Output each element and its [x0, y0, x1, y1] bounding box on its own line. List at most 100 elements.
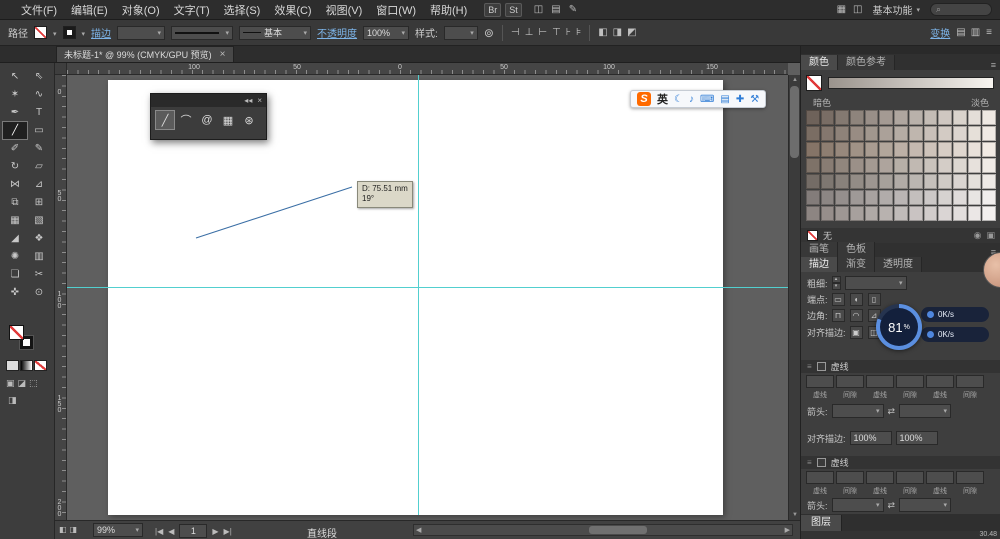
- color-swatch[interactable]: [953, 158, 967, 173]
- tool-hand[interactable]: ✜: [3, 284, 27, 301]
- close-tab-icon[interactable]: ×: [220, 49, 226, 60]
- opacity-panel-link[interactable]: 不透明度: [317, 25, 357, 40]
- stroke-caret-icon[interactable]: [82, 27, 86, 39]
- menu-item[interactable]: 窗口(W): [369, 2, 423, 18]
- tool-rectangle[interactable]: ▭: [27, 122, 51, 139]
- tab-color-1[interactable]: 颜色参考: [838, 55, 895, 70]
- color-swatch[interactable]: [879, 110, 893, 125]
- fill-color-swatch[interactable]: [9, 325, 24, 340]
- night-mode-icon[interactable]: ☾: [674, 94, 683, 105]
- gradient-button[interactable]: [20, 360, 33, 371]
- tool-shape-builder[interactable]: ⧉: [3, 194, 27, 211]
- tool-blend[interactable]: ❖: [27, 230, 51, 247]
- sogou-logo[interactable]: S: [637, 92, 651, 106]
- align-icon-2[interactable]: ⊢: [538, 27, 547, 38]
- status-icon-0[interactable]: ◧: [59, 525, 67, 534]
- color-swatch[interactable]: [938, 174, 952, 189]
- color-swatch[interactable]: [968, 126, 982, 141]
- tab-brushes-1[interactable]: 色板: [838, 242, 875, 257]
- color-swatch[interactable]: [850, 142, 864, 157]
- next-frame-button[interactable]: ▶: [212, 527, 218, 536]
- color-swatch[interactable]: [865, 206, 879, 221]
- arrange-documents-icon[interactable]: ▤: [551, 4, 560, 15]
- color-swatch[interactable]: [968, 190, 982, 205]
- transform-panel-link[interactable]: 变换: [930, 25, 950, 40]
- color-swatch[interactable]: [865, 142, 879, 157]
- color-swatch[interactable]: [879, 174, 893, 189]
- collapse-panel-icon[interactable]: ◂◂: [244, 96, 252, 105]
- align-icon-3[interactable]: ⊤: [552, 27, 561, 38]
- color-swatch[interactable]: [968, 174, 982, 189]
- color-swatch[interactable]: [806, 158, 820, 173]
- color-swatch[interactable]: [982, 110, 996, 125]
- color-swatch[interactable]: [953, 110, 967, 125]
- tool-eyedropper[interactable]: ◢: [3, 230, 27, 247]
- color-swatch[interactable]: [938, 142, 952, 157]
- dashed-line-checkbox[interactable]: [817, 362, 826, 371]
- color-swatch[interactable]: [968, 110, 982, 125]
- soft-keyboard-icon[interactable]: ⌨: [700, 94, 714, 105]
- stroke-swatch[interactable]: [63, 26, 76, 39]
- color-swatch[interactable]: [924, 206, 938, 221]
- swap-arrowheads-icon[interactable]: ⇄: [888, 406, 896, 417]
- search-input[interactable]: ⌕: [930, 3, 992, 16]
- color-swatch[interactable]: [909, 174, 923, 189]
- color-swatch[interactable]: [821, 206, 835, 221]
- tab-color-menu-icon[interactable]: ≡: [991, 60, 1000, 70]
- color-swatch[interactable]: [850, 158, 864, 173]
- float-tool-spiral[interactable]: @: [198, 111, 216, 129]
- color-swatch[interactable]: [953, 142, 967, 157]
- voice-input-icon[interactable]: ♪: [689, 94, 694, 105]
- align-icon-4[interactable]: ⊦: [566, 27, 571, 38]
- color-swatch[interactable]: [909, 126, 923, 141]
- ruler-corner[interactable]: [55, 63, 67, 75]
- tool-mesh[interactable]: ▦: [3, 212, 27, 229]
- first-frame-button[interactable]: |◀: [155, 527, 163, 536]
- frame-field[interactable]: 1: [179, 524, 207, 538]
- horizontal-scroll-thumb[interactable]: [589, 526, 647, 534]
- tool-selection[interactable]: ↖: [3, 68, 27, 85]
- color-swatch[interactable]: [821, 174, 835, 189]
- color-swatch[interactable]: [924, 174, 938, 189]
- color-swatch[interactable]: [821, 110, 835, 125]
- color-swatch[interactable]: [924, 158, 938, 173]
- dash-input[interactable]: [926, 471, 954, 484]
- color-swatch[interactable]: [924, 190, 938, 205]
- dock-header[interactable]: [801, 46, 1000, 54]
- color-swatch[interactable]: [835, 142, 849, 157]
- weight-select[interactable]: [845, 276, 907, 290]
- style-select[interactable]: [444, 26, 478, 40]
- close-panel-icon[interactable]: ×: [257, 96, 262, 105]
- shape-icon-1[interactable]: ◨: [613, 27, 622, 38]
- speed-row-1[interactable]: 0K/s: [921, 327, 989, 342]
- corner-button-1[interactable]: ◠: [850, 309, 863, 322]
- color-swatch[interactable]: [982, 174, 996, 189]
- tool-magic-wand[interactable]: ✶: [3, 86, 27, 103]
- tool-free-transform[interactable]: ⊿: [27, 176, 51, 193]
- shape-icon-2[interactable]: ◩: [627, 27, 636, 38]
- scroll-right-icon[interactable]: ▶: [785, 526, 790, 534]
- color-swatch[interactable]: [850, 206, 864, 221]
- width-profile-select[interactable]: [171, 26, 233, 40]
- color-swatch[interactable]: [953, 190, 967, 205]
- line-tools-floating-panel[interactable]: ◂◂ × ╱⌒@▦⊛: [150, 93, 267, 140]
- color-swatch[interactable]: [982, 190, 996, 205]
- none-button[interactable]: [34, 360, 47, 371]
- vertical-scroll-thumb[interactable]: [790, 86, 799, 158]
- color-swatch[interactable]: [909, 190, 923, 205]
- color-swatch[interactable]: [850, 126, 864, 141]
- color-swatch[interactable]: [894, 158, 908, 173]
- scroll-left-icon[interactable]: ◀: [416, 526, 421, 534]
- ruler-top[interactable]: 10050050100150: [67, 63, 788, 75]
- align-stroke-button-0[interactable]: ▣: [850, 326, 863, 339]
- menu-item[interactable]: 帮助(H): [423, 2, 474, 18]
- color-swatch[interactable]: [982, 142, 996, 157]
- color-swatch[interactable]: [835, 110, 849, 125]
- harmony-icon-1[interactable]: ▣: [986, 230, 995, 241]
- color-swatch[interactable]: [835, 190, 849, 205]
- menubar-button-st[interactable]: St: [505, 3, 522, 17]
- color-swatch[interactable]: [909, 158, 923, 173]
- toolbox-icon[interactable]: ⚒: [750, 94, 759, 105]
- none-color-swatch[interactable]: [806, 75, 822, 91]
- color-swatch[interactable]: [909, 110, 923, 125]
